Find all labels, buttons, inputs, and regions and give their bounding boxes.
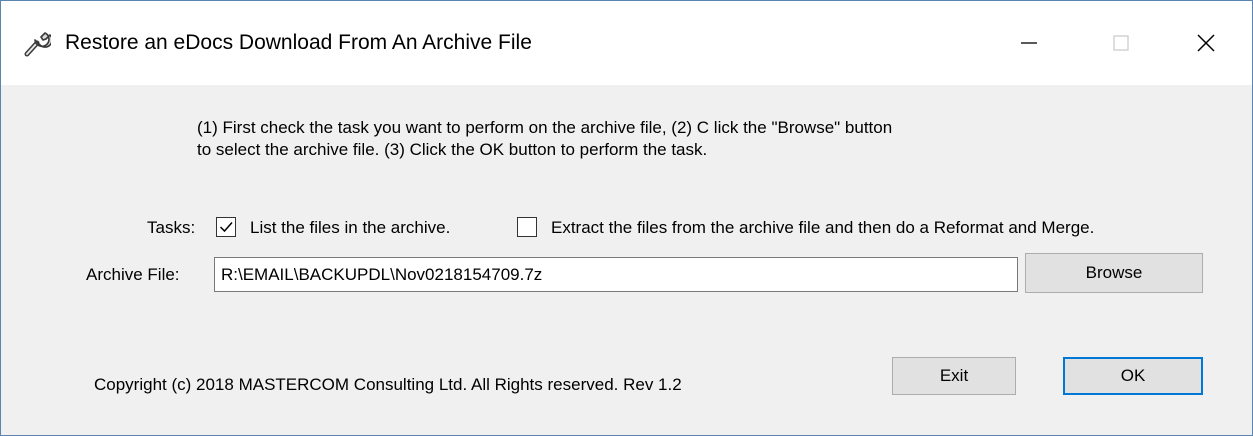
browse-button[interactable]: Browse xyxy=(1025,253,1203,293)
close-button[interactable] xyxy=(1160,1,1252,85)
app-window: Restore an eDocs Download From An Archiv… xyxy=(0,0,1253,436)
maximize-icon xyxy=(1113,35,1129,51)
tasks-label: Tasks: xyxy=(147,218,196,237)
ok-button[interactable]: OK xyxy=(1063,357,1203,395)
extract-files-label[interactable]: Extract the files from the archive file … xyxy=(551,218,1094,238)
minimize-button[interactable] xyxy=(983,1,1075,85)
archive-file-input[interactable] xyxy=(214,257,1018,292)
minimize-icon xyxy=(1021,42,1037,44)
title-bar[interactable]: Restore an eDocs Download From An Archiv… xyxy=(1,1,1252,85)
wrench-icon xyxy=(24,32,51,57)
window-title: Restore an eDocs Download From An Archiv… xyxy=(65,31,532,54)
checkmark-icon xyxy=(219,222,233,233)
maximize-button[interactable] xyxy=(1075,1,1167,85)
extract-files-checkbox[interactable] xyxy=(517,217,537,237)
exit-button[interactable]: Exit xyxy=(892,357,1016,395)
close-icon xyxy=(1197,34,1215,52)
copyright-text: Copyright (c) 2018 MASTERCOM Consulting … xyxy=(94,375,682,394)
archive-file-label: Archive File: xyxy=(86,265,180,284)
list-files-label[interactable]: List the files in the archive. xyxy=(250,218,450,238)
list-files-checkbox[interactable] xyxy=(216,217,236,237)
instructions-text: (1) First check the task you want to per… xyxy=(197,118,893,159)
